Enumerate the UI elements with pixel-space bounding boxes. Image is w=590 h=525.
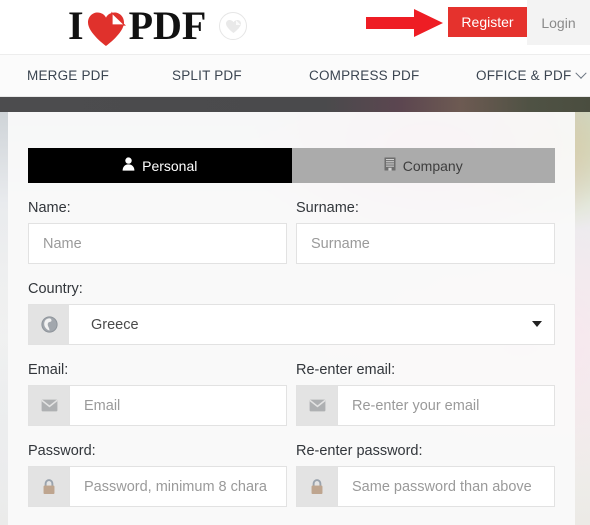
email-input[interactable] (69, 385, 287, 426)
nav-item-split-pdf[interactable]: SPLIT PDF (172, 68, 242, 83)
country-field-group: Country: Greece (28, 281, 555, 345)
country-label: Country: (28, 281, 83, 297)
country-select-wrapper[interactable]: Greece (28, 304, 555, 345)
country-row: Country: Greece (28, 281, 555, 345)
password-input[interactable] (69, 466, 287, 507)
user-icon (122, 157, 135, 174)
reenter-password-label: Re-enter password: (296, 443, 423, 459)
register-button[interactable]: Register (448, 7, 527, 37)
reenter-email-field-group: Re-enter email: (296, 362, 555, 426)
globe-icon (28, 304, 69, 345)
tab-personal[interactable]: Personal (28, 148, 292, 183)
login-button[interactable]: Login (527, 0, 590, 45)
account-type-tabs: Personal Company (28, 148, 555, 183)
surname-label: Surname: (296, 200, 359, 216)
nav-item-office-label: OFFICE & PDF (476, 68, 572, 83)
password-input-group (28, 466, 287, 507)
red-arrow-pointer-icon (366, 8, 444, 38)
email-field-group: Email: (28, 362, 287, 426)
site-logo[interactable]: I PDF (68, 2, 248, 50)
email-input-group (28, 385, 287, 426)
reenter-email-input[interactable] (337, 385, 555, 426)
email-label: Email: (28, 362, 69, 378)
chevron-down-icon (575, 67, 588, 79)
building-icon (384, 157, 396, 174)
reenter-email-input-group (296, 385, 555, 426)
select-caret-icon (532, 321, 542, 327)
tab-personal-label: Personal (142, 157, 198, 174)
nav-item-merge-pdf[interactable]: MERGE PDF (27, 68, 109, 83)
surname-field-group: Surname: (296, 200, 555, 264)
reenter-password-input-group (296, 466, 555, 507)
heart-page-icon (86, 6, 128, 46)
surname-input[interactable] (296, 223, 555, 264)
reenter-password-input[interactable] (337, 466, 555, 507)
country-select[interactable]: Greece (69, 304, 555, 345)
envelope-icon (296, 385, 337, 426)
auth-buttons: Register Login (448, 0, 590, 45)
name-label: Name: (28, 200, 71, 216)
logo-text-before: I (68, 3, 84, 48)
password-label: Password: (28, 443, 96, 459)
lock-icon (28, 466, 69, 507)
page-root: I PDF Register Login MERGE PDF SPLIT PDF… (0, 0, 590, 525)
nav-item-office-and-pdf[interactable]: OFFICE & PDF (476, 67, 588, 83)
reenter-email-label: Re-enter email: (296, 362, 396, 378)
site-header: I PDF Register Login (0, 0, 590, 54)
nav-item-compress-pdf[interactable]: COMPRESS PDF (309, 68, 419, 83)
lock-icon (296, 466, 337, 507)
tab-company[interactable]: Company (291, 148, 555, 183)
name-input[interactable] (28, 223, 287, 264)
email-row: Email: Re-enter email: (28, 362, 555, 426)
logo-text-after: PDF (128, 3, 207, 48)
hero-dark-band (0, 97, 590, 112)
heart-circle-badge-icon (219, 12, 248, 40)
registration-form-panel: Personal Company Name: Name Surname: Sur… (8, 112, 575, 525)
password-row: Password: Re-enter password: (28, 443, 555, 507)
main-navigation: MERGE PDF SPLIT PDF COMPRESS PDF OFFICE … (0, 54, 590, 97)
reenter-password-field-group: Re-enter password: (296, 443, 555, 507)
tab-company-label: Company (402, 157, 463, 174)
envelope-icon (28, 385, 69, 426)
password-field-group: Password: (28, 443, 287, 507)
name-field-group: Name: (28, 200, 287, 264)
name-row: Name: Surname: (28, 200, 555, 264)
